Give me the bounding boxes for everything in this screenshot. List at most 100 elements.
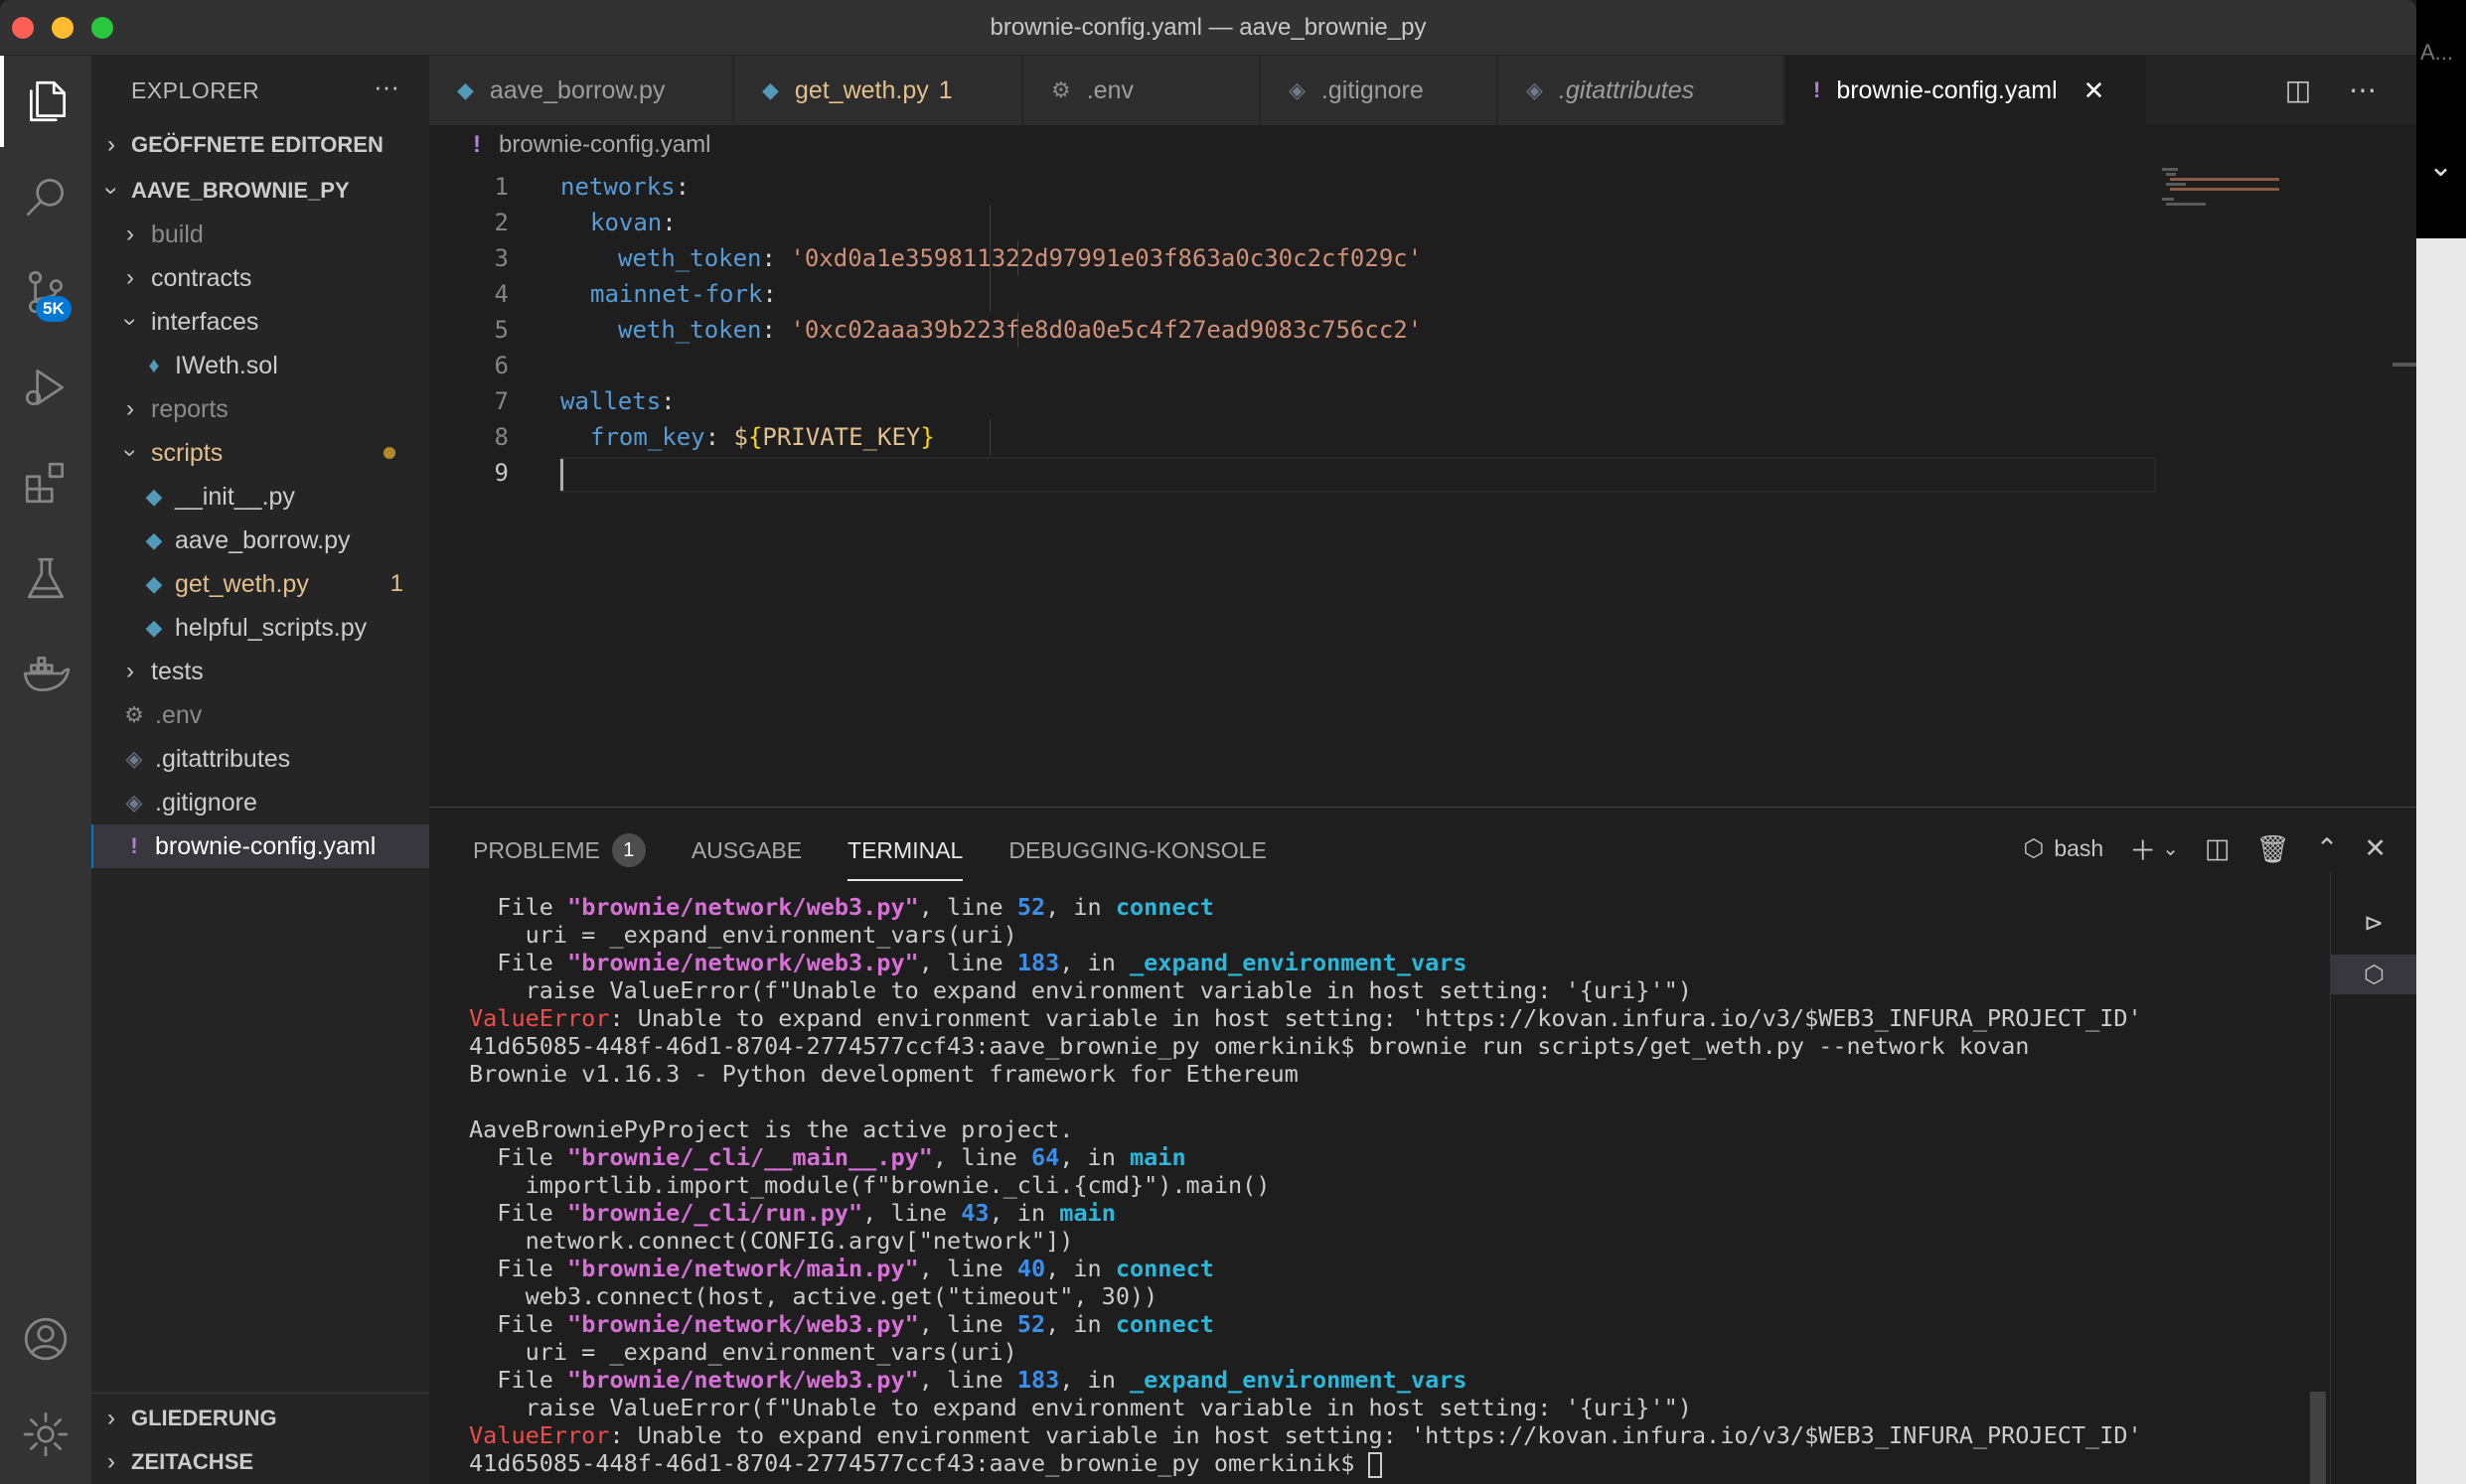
terminal-line: uri = _expand_environment_vars(uri) [469,1338,2347,1366]
tab-label: .gitattributes [1558,75,1695,104]
folder-label: scripts [151,438,224,467]
outline-section[interactable]: › GLIEDERUNG [91,1397,429,1440]
file-label: .gitignore [155,788,257,816]
file-brownie-config-yaml[interactable]: ! brownie-config.yaml [91,824,429,868]
folder-tests[interactable]: › tests [91,650,429,693]
yaml-key: weth_token [618,244,762,272]
run-debug-icon[interactable] [0,342,91,433]
folder-scripts[interactable]: › scripts [91,431,429,475]
split-terminal-icon[interactable]: ◫ [2205,833,2231,864]
split-editor-icon[interactable]: ◫ [2285,74,2311,105]
file-env[interactable]: ⚙ .env [91,693,429,737]
timeline-label: ZEITACHSE [131,1449,254,1474]
shell-name[interactable]: bash [2054,835,2103,862]
terminal-dropdown-icon[interactable]: ⌄ [2162,836,2179,861]
tab-aave-borrow-py[interactable]: ◆ aave_borrow.py [429,56,733,125]
file-gitattributes[interactable]: ◈ .gitattributes [91,737,429,781]
file-path: "brownie/_cli/run.py" [567,1199,863,1227]
line-num: 40 [1016,1255,1046,1282]
yaml-colon: : [761,316,776,344]
folder-interfaces[interactable]: › interfaces [91,300,429,344]
terminal-line: File "brownie/network/web3.py", line 183… [469,1366,2347,1394]
explorer-icon[interactable] [0,56,91,147]
explorer-more-icon[interactable]: ··· [374,72,399,102]
tab-label: AUSGABE [691,836,803,863]
tab-env[interactable]: ⚙ .env [1023,56,1260,125]
folder-build[interactable]: › build [91,213,429,256]
folder-contracts[interactable]: › contracts [91,256,429,300]
editor-actions: ◫ ⋯ [2285,74,2377,106]
new-terminal-icon[interactable]: ＋ [2129,829,2156,868]
text: web3.connect(host, active.get("timeout",… [525,1282,1158,1310]
tab-gitattributes[interactable]: ◈ .gitattributes [1498,56,1784,125]
file-helpful-scripts-py[interactable]: ◆ helpful_scripts.py [91,606,429,650]
yaml-file-icon: ! [130,833,138,858]
editor-scrollbar[interactable] [2392,363,2416,367]
terminal-line: File "brownie/network/main.py", line 40,… [469,1255,2347,1282]
git-file-icon: ◈ [125,746,143,771]
file-iweth-sol[interactable]: ♦ IWeth.sol [91,344,429,387]
tab-problems[interactable]: PROBLEME 1 [473,825,646,875]
tab-get-weth-py[interactable]: ◆ get_weth.py 1 [734,56,1022,125]
more-actions-icon[interactable]: ⋯ [2349,74,2377,105]
settings-gear-icon[interactable] [0,1389,91,1480]
outline-label: GLIEDERUNG [131,1406,277,1430]
tab-terminal[interactable]: TERMINAL [848,825,964,881]
open-editors-section[interactable]: › GEÖFFNETE EDITOREN [91,123,429,167]
tab-label: brownie-config.yaml [1836,75,2058,104]
folder-label: interfaces [151,307,259,336]
terminal-line: 41d65085-448f-46d1-8704-2774577ccf43:aav… [469,1449,2347,1478]
tab-brownie-config-yaml[interactable]: ! brownie-config.yaml ✕ [1785,56,2147,125]
line-number: 5 [494,316,509,344]
close-tab-icon[interactable]: ✕ [2083,75,2105,106]
source-control-icon[interactable]: 5K [0,246,91,338]
function-name: main [1130,1143,1186,1171]
folder-reports[interactable]: › reports [91,387,429,431]
line-number: 7 [494,387,509,415]
timeline-section[interactable]: › ZEITACHSE [91,1440,429,1484]
search-icon[interactable] [0,151,91,242]
docker-icon[interactable] [0,628,91,719]
bash-terminal-icon[interactable]: ⬡ [2331,955,2416,994]
extensions-icon[interactable] [0,437,91,528]
terminal-scrollbar[interactable] [2310,1392,2326,1484]
code-line: 5 weth_token: '0xc02aaa39b223fe8d0a0e5c4f… [429,312,2158,348]
terminal-line: File "brownie/_cli/__main__.py", line 64… [469,1143,2347,1171]
text: AaveBrowniePyProject is the active proje… [469,1115,1074,1143]
file-path: "brownie/_cli/__main__.py" [567,1143,933,1171]
text: Brownie v1.16.3 - Python development fra… [469,1060,1299,1088]
solidity-file-icon: ♦ [148,353,160,377]
file-init-py[interactable]: ◆ __init__.py [91,475,429,519]
text: , line [862,1199,962,1227]
file-gitignore[interactable]: ◈ .gitignore [91,781,429,824]
project-section[interactable]: › AAVE_BROWNIE_PY [91,169,429,213]
line-number: 3 [494,244,509,272]
maximize-panel-icon[interactable]: ⌃ [2316,833,2339,864]
file-path: "brownie/network/web3.py" [567,893,919,921]
python-file-icon: ◆ [145,615,163,640]
folder-label: build [151,220,204,248]
text: raise ValueError(f"Unable to expand envi… [525,1394,1692,1421]
folder-label: reports [151,394,229,423]
bottom-panel: PROBLEME 1 AUSGABE TERMINAL DEBUGGING-KON… [429,807,2416,1484]
testing-icon[interactable] [0,532,91,624]
divider [91,1393,429,1394]
close-panel-icon[interactable]: ✕ [2364,833,2387,864]
minimap[interactable] [2158,164,2396,214]
kill-terminal-icon[interactable]: 🗑 [2255,833,2289,865]
tab-gitignore[interactable]: ◈ .gitignore [1261,56,1497,125]
tab-debug-console[interactable]: DEBUGGING-KONSOLE [1008,825,1266,875]
breadcrumb[interactable]: ! brownie-config.yaml [473,131,710,159]
function-name: _expand_environment_vars [1130,949,1467,976]
terminal-output[interactable]: File "brownie/network/web3.py", line 52,… [469,893,2347,1478]
line-num: 64 [1030,1143,1060,1171]
file-get-weth-py[interactable]: ◆ get_weth.py 1 [91,562,429,606]
line-number: 6 [494,352,509,379]
chevron-down-icon[interactable]: ⌄ [2428,149,2453,184]
tab-output[interactable]: AUSGABE [692,825,802,875]
accounts-icon[interactable] [0,1293,91,1385]
code-line: 4 mainnet-fork: [429,276,2158,312]
error-type: ValueError [469,1004,610,1032]
terminal-list-icon[interactable]: ⊳ [2349,903,2398,943]
file-aave-borrow-py[interactable]: ◆ aave_borrow.py [91,519,429,562]
